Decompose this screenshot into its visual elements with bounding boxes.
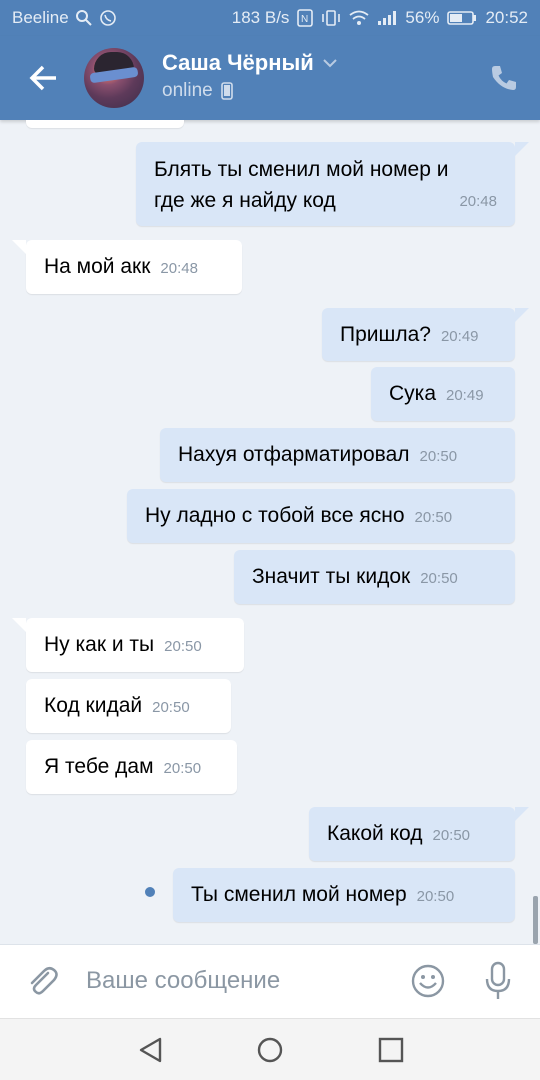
message-bubble-in[interactable]: На мой акк 20:48	[26, 240, 242, 294]
wifi-icon	[349, 10, 369, 25]
carrier-label: Beeline	[12, 8, 69, 27]
message-time: 20:50	[416, 888, 455, 905]
system-navigation-bar	[0, 1018, 540, 1080]
message-bubble-in[interactable]: Ну как и ты 20:50	[26, 618, 244, 672]
circle-home-icon	[257, 1037, 283, 1063]
message-text: На мой акк	[44, 255, 151, 278]
bubble-tail	[12, 240, 26, 254]
status-bar: Beeline 183 B/s N 56% 20:52	[0, 0, 540, 36]
bubble-tail	[515, 807, 529, 821]
call-button[interactable]	[488, 62, 520, 94]
message-time: 20:48	[459, 193, 497, 210]
contact-status-row: online	[162, 80, 233, 102]
message-text: Ты сменил мой номер	[191, 883, 407, 906]
message-time: 20:50	[164, 638, 202, 655]
message-time: 20:49	[446, 387, 484, 404]
message-text: Ну как и ты	[44, 633, 155, 656]
message-composer: Ваше сообщение	[0, 944, 540, 1018]
message-text: Ну ладно с тобой все ясно	[145, 504, 405, 527]
scrollbar[interactable]	[533, 896, 538, 944]
nav-recents-button[interactable]	[376, 1035, 406, 1065]
emoji-button[interactable]	[410, 963, 446, 999]
back-button[interactable]	[24, 58, 64, 98]
triangle-back-icon	[139, 1037, 162, 1063]
message-text: Блять ты сменил мой номер и	[154, 158, 449, 181]
message-time: 20:50	[414, 509, 453, 526]
message-text: Сука	[389, 382, 436, 405]
message-input[interactable]: Ваше сообщение	[86, 967, 280, 995]
message-text: Значит ты кидок	[252, 565, 411, 588]
vibrate-icon	[322, 10, 341, 26]
contact-name-row[interactable]: Саша Чёрный	[162, 50, 338, 76]
contact-status: online	[162, 80, 213, 101]
message-list[interactable]: Сегодня, 25 марта Блять ты сменил мой но…	[0, 120, 540, 944]
search-icon	[75, 10, 92, 26]
message-text: Пришла?	[340, 323, 431, 346]
nav-home-button[interactable]	[255, 1035, 285, 1065]
attach-button[interactable]	[24, 963, 60, 999]
microphone-icon	[485, 961, 511, 999]
message-time: 20:50	[152, 699, 190, 716]
message-bubble-out[interactable]: Ты сменил мой номер 20:50	[173, 868, 515, 922]
message-time: 20:50	[420, 570, 458, 587]
back-arrow-icon	[29, 65, 56, 91]
nfc-icon: N	[297, 9, 314, 27]
contact-name: Саша Чёрный	[162, 50, 314, 75]
svg-text:N: N	[301, 14, 308, 25]
paperclip-icon	[30, 966, 58, 995]
message-text: Код кидай	[44, 694, 143, 717]
clock: 20:52	[485, 8, 528, 27]
message-time: 20:48	[160, 260, 198, 277]
avatar[interactable]	[84, 48, 144, 108]
bubble-tail	[515, 142, 529, 156]
message-bubble-in[interactable]: Код кидай 20:50	[26, 679, 231, 733]
message-text: Какой код	[327, 822, 423, 845]
chevron-down-icon	[323, 59, 337, 68]
message-time: 20:50	[163, 760, 202, 777]
mobile-device-icon	[220, 82, 233, 100]
square-recents-icon	[378, 1037, 404, 1063]
message-bubble-out[interactable]: Пришла? 20:49	[322, 308, 515, 361]
message-bubble-out[interactable]: Сука 20:49	[371, 367, 515, 421]
message-time: 20:49	[440, 328, 479, 345]
message-bubble-out[interactable]: Какой код 20:50	[309, 807, 515, 861]
message-bubble-out[interactable]: Значит ты кидок 20:50	[234, 550, 515, 604]
bubble-tail	[515, 308, 529, 322]
message-time: 20:50	[419, 448, 458, 465]
message-bubble-out[interactable]: Ну ладно с тобой все ясно 20:50	[127, 489, 515, 543]
message-text: Я тебе дам	[44, 755, 154, 778]
message-time: 20:50	[432, 827, 471, 844]
unread-indicator	[145, 887, 155, 897]
battery-percent: 56%	[405, 8, 440, 27]
signal-icon	[378, 11, 397, 25]
message-bubble-out[interactable]: Нахуя отфарматировал 20:50	[160, 428, 515, 482]
battery-icon	[447, 11, 477, 25]
smiley-icon	[411, 964, 445, 998]
nav-back-button[interactable]	[136, 1035, 166, 1065]
whatsapp-icon	[99, 10, 116, 26]
voice-message-button[interactable]	[482, 961, 514, 1001]
partial-message-bubble[interactable]	[26, 120, 184, 128]
message-text-line2: где же я найду код	[154, 189, 336, 212]
network-speed: 183 B/s	[231, 8, 290, 27]
message-text: Нахуя отфарматировал	[178, 443, 410, 466]
phone-icon	[492, 66, 516, 90]
message-bubble-in[interactable]: Я тебе дам 20:50	[26, 740, 237, 794]
chat-header: Саша Чёрный online	[0, 36, 540, 120]
message-bubble-out[interactable]: Блять ты сменил мой номер и где же я най…	[136, 142, 515, 226]
bubble-tail	[12, 618, 26, 632]
